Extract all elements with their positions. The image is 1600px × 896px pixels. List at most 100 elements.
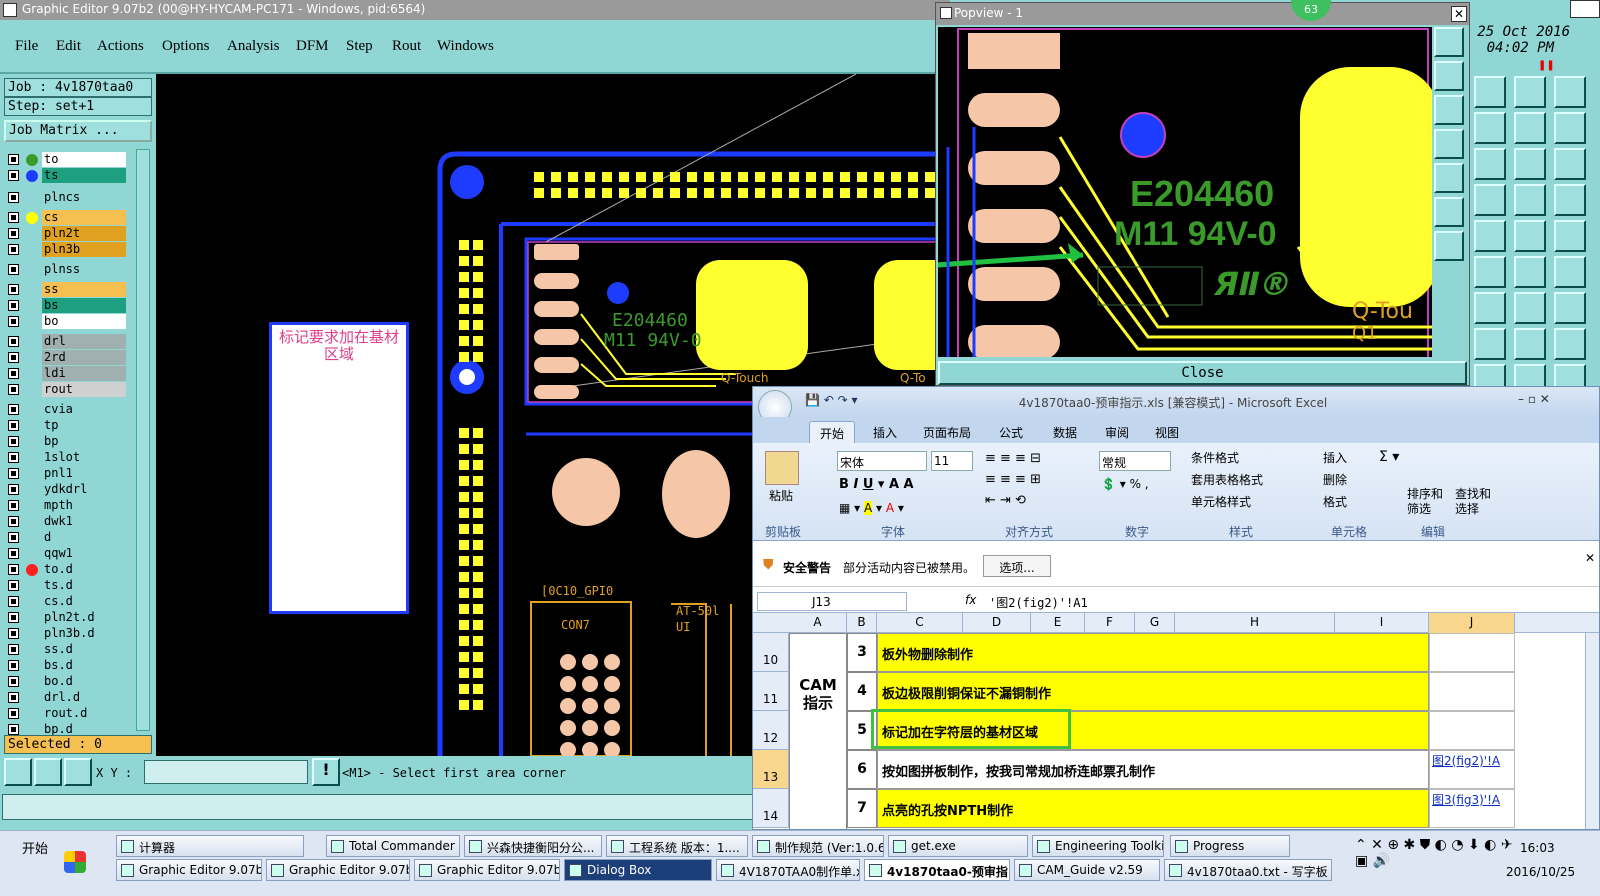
taskbar-item[interactable]: Graphic Editor 9.07b2 (...: [116, 859, 262, 881]
tool-button[interactable]: [1554, 256, 1586, 288]
column-header[interactable]: A: [789, 613, 847, 633]
tool-button[interactable]: [1474, 184, 1506, 216]
paste-icon[interactable]: [765, 451, 799, 485]
menu-actions[interactable]: Actions: [97, 38, 144, 55]
alignment-icons[interactable]: ≡ ≡ ≡ ⊟ ≡ ≡ ≡ ⊞ ⇤ ⇥ ⟲: [985, 451, 1085, 521]
function-icon[interactable]: fx: [965, 593, 976, 607]
taskbar-item[interactable]: 制作规范 (Ver:1.0.6): [752, 835, 884, 857]
zoom-box-icon[interactable]: [4, 758, 32, 786]
layer-row[interactable]: 1slot: [6, 450, 126, 465]
layer-checkbox[interactable]: [8, 170, 19, 181]
tool-button[interactable]: [1474, 76, 1506, 108]
name-box[interactable]: J13: [757, 592, 907, 611]
font-size-select[interactable]: 11: [931, 451, 973, 471]
layer-checkbox[interactable]: [8, 452, 19, 463]
layer-row[interactable]: dwk1: [6, 514, 126, 529]
tool-button[interactable]: [1514, 256, 1546, 288]
layer-checkbox[interactable]: [8, 596, 19, 607]
layer-checkbox[interactable]: [8, 264, 19, 275]
layer-row[interactable]: to: [6, 152, 126, 167]
formula-input[interactable]: '图2(fig2)'!A1: [989, 594, 1088, 611]
layer-row[interactable]: cs.d: [6, 594, 126, 609]
layer-checkbox[interactable]: [8, 300, 19, 311]
layer-row[interactable]: to.d: [6, 562, 126, 577]
column-header[interactable]: I: [1335, 613, 1429, 633]
layer-row[interactable]: drl.d: [6, 690, 126, 705]
format-cells-button[interactable]: 格式: [1323, 493, 1347, 510]
popview-tool-button[interactable]: [1434, 163, 1464, 193]
layer-row[interactable]: mpth: [6, 498, 126, 513]
layer-row[interactable]: cvia: [6, 402, 126, 417]
column-header[interactable]: H: [1175, 613, 1335, 633]
layer-checkbox[interactable]: [8, 580, 19, 591]
taskbar-item[interactable]: Graphic Editor 9.07b2 (...: [266, 859, 410, 881]
layer-checkbox[interactable]: [8, 468, 19, 479]
layer-row[interactable]: bp: [6, 434, 126, 449]
layer-checkbox[interactable]: [8, 564, 19, 575]
layer-checkbox[interactable]: [8, 316, 19, 327]
security-options-button[interactable]: 选项...: [983, 555, 1051, 577]
layer-checkbox[interactable]: [8, 692, 19, 703]
cell-style-button[interactable]: 单元格样式: [1191, 493, 1251, 510]
menu-step[interactable]: Step: [346, 38, 373, 55]
insert-cells-button[interactable]: 插入: [1323, 449, 1347, 466]
layer-row[interactable]: tp: [6, 418, 126, 433]
tool-button[interactable]: [1554, 184, 1586, 216]
worksheet-grid[interactable]: 10 3 板外物删除制作 11 4 板边极限削铜保证不漏铜制作 12 5 标记加在字符层的基材区…: [753, 633, 1599, 829]
menu-edit[interactable]: Edit: [56, 38, 81, 55]
layer-checkbox[interactable]: [8, 628, 19, 639]
layer-row[interactable]: ts.d: [6, 578, 126, 593]
quick-access-icons[interactable]: 💾 ↶ ↷ ▾: [805, 393, 858, 407]
layer-row[interactable]: bs: [6, 298, 126, 313]
layer-row[interactable]: pln3b: [6, 242, 126, 257]
security-close-icon[interactable]: ✕: [1585, 551, 1595, 565]
taskbar-item[interactable]: Progress: [1170, 835, 1290, 857]
layer-row[interactable]: ts: [6, 168, 126, 183]
column-header[interactable]: C: [877, 613, 963, 633]
taskbar-item[interactable]: 兴森快捷衡阳分公...: [464, 835, 602, 857]
menu-windows[interactable]: Windows: [437, 38, 494, 55]
taskbar-item[interactable]: 工程系统 版本：1....: [606, 835, 748, 857]
index-cell[interactable]: 6: [847, 750, 877, 789]
layer-row[interactable]: bo: [6, 314, 126, 329]
taskbar-item[interactable]: 4v1870taa0-预审指...: [864, 859, 1010, 881]
start-button[interactable]: 开始: [2, 835, 58, 857]
column-header[interactable]: F: [1085, 613, 1135, 633]
tool-button[interactable]: [1514, 76, 1546, 108]
layer-checkbox[interactable]: [8, 500, 19, 511]
ribbon-tab[interactable]: 公式: [989, 421, 1033, 443]
zoom-fit-icon[interactable]: [34, 758, 62, 786]
layer-checkbox[interactable]: [8, 548, 19, 559]
grid-icon[interactable]: [64, 758, 92, 786]
ribbon-tab[interactable]: 数据: [1043, 421, 1087, 443]
instruction-cell[interactable]: 板外物删除制作: [877, 633, 1429, 672]
number-format-icons[interactable]: 💲 ▾ % ,: [1101, 477, 1149, 491]
delete-cells-button[interactable]: 删除: [1323, 471, 1347, 488]
cam-merged-cell[interactable]: CAM 指示: [789, 633, 847, 829]
instruction-cell[interactable]: 点亮的孔按NPTH制作: [877, 789, 1429, 828]
popview-tool-button[interactable]: [1434, 231, 1464, 261]
vertical-scrollbar[interactable]: [1585, 633, 1599, 829]
sum-icon[interactable]: Σ ▾: [1379, 449, 1399, 465]
link-cell[interactable]: [1429, 633, 1515, 672]
link-cell[interactable]: 图2(fig2)'!A: [1429, 750, 1515, 789]
layer-row[interactable]: ldi: [6, 366, 126, 381]
layer-checkbox[interactable]: [8, 516, 19, 527]
number-format-select[interactable]: 常规: [1099, 451, 1171, 471]
instruction-cell[interactable]: 按如图拼板制作，按我司常规加桥连邮票孔制作: [877, 750, 1429, 789]
taskbar-item[interactable]: 计算器: [116, 835, 304, 857]
popview-close-button[interactable]: Close: [938, 361, 1467, 385]
tool-button[interactable]: [1474, 220, 1506, 252]
tool-button[interactable]: [1514, 328, 1546, 360]
border-fill-icons[interactable]: ▦ ▾ A ▾ A ▾: [839, 501, 904, 515]
layer-row[interactable]: 2rd: [6, 350, 126, 365]
taskbar-item[interactable]: Dialog Box: [564, 859, 712, 881]
row-header[interactable]: 13: [753, 750, 789, 789]
column-header[interactable]: E: [1031, 613, 1085, 633]
link-cell[interactable]: [1429, 711, 1515, 750]
conditional-format-button[interactable]: 条件格式: [1191, 449, 1239, 466]
taskbar-item[interactable]: Total Commander 7.0...: [326, 835, 460, 857]
popview-tool-button[interactable]: [1434, 95, 1464, 125]
layer-row[interactable]: plncs: [6, 190, 126, 205]
popview-tool-button[interactable]: [1434, 27, 1464, 57]
